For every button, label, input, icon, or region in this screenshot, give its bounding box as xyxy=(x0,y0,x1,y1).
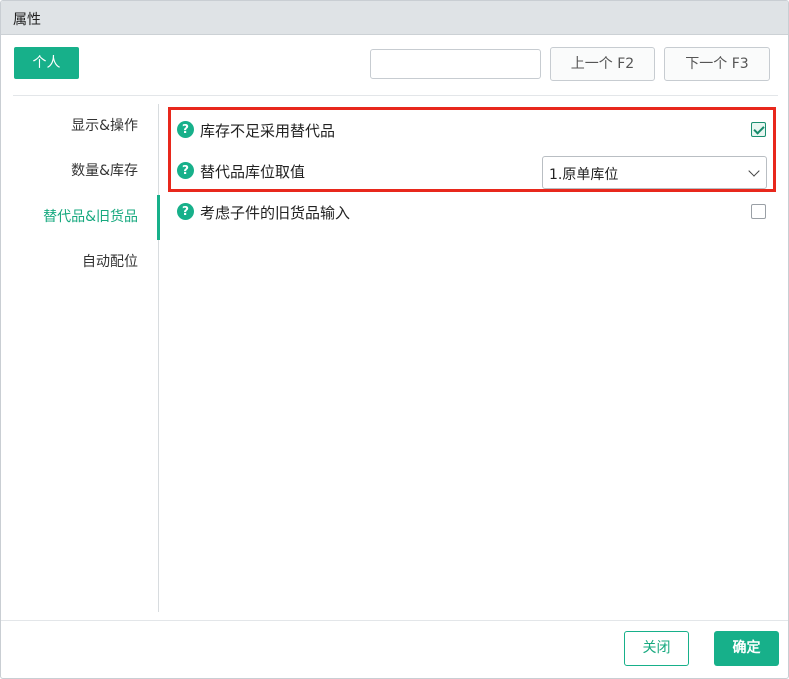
option-label: 考虑子件的旧货品输入 xyxy=(200,204,351,222)
previous-button[interactable]: 上一个 F2 xyxy=(550,47,655,81)
sidebar-item-display-operation[interactable]: 显示&操作 xyxy=(71,104,138,149)
child-old-goods-checkbox[interactable] xyxy=(751,204,766,219)
confirm-button[interactable]: 确定 xyxy=(714,631,779,666)
sidebar: 显示&操作 数量&库存 替代品&旧货品 自动配位 xyxy=(13,104,160,612)
sidebar-item-substitute-old-goods[interactable]: 替代品&旧货品 xyxy=(43,195,138,240)
toolbar: 个人 上一个 F2 下一个 F3 xyxy=(1,35,788,95)
title-bar[interactable]: 属性 xyxy=(1,1,788,35)
option-label: 替代品库位取值 xyxy=(200,163,306,181)
close-button[interactable]: 关闭 xyxy=(624,631,689,666)
dialog-title: 属性 xyxy=(13,12,41,28)
help-icon[interactable]: ? xyxy=(177,203,194,220)
substitute-location-select[interactable]: 1.原单库位 xyxy=(542,156,767,189)
option-row-substitute-location: ? 替代品库位取值 1.原单库位 xyxy=(177,156,777,189)
option-label: 库存不足采用替代品 xyxy=(200,122,336,140)
substitute-on-shortage-checkbox[interactable] xyxy=(751,122,766,137)
sidebar-item-auto-allocation[interactable]: 自动配位 xyxy=(82,240,138,285)
sidebar-item-quantity-stock[interactable]: 数量&库存 xyxy=(71,149,138,194)
next-button[interactable]: 下一个 F3 xyxy=(664,47,770,81)
toolbar-divider xyxy=(13,95,778,96)
help-icon[interactable]: ? xyxy=(177,121,194,138)
option-row-child-old-goods: ? 考虑子件的旧货品输入 xyxy=(177,198,777,228)
personal-button[interactable]: 个人 xyxy=(14,47,79,79)
properties-dialog: 属性 个人 上一个 F2 下一个 F3 显示&操作 数量&库存 替代品&旧货品 … xyxy=(0,0,789,679)
select-value: 1.原单库位 xyxy=(549,167,619,183)
chevron-down-icon xyxy=(748,165,760,177)
footer-divider xyxy=(1,620,788,621)
help-icon[interactable]: ? xyxy=(177,162,194,179)
option-row-substitute-on-shortage: ? 库存不足采用替代品 xyxy=(177,116,777,146)
settings-panel: ? 库存不足采用替代品 ? 替代品库位取值 1.原单库位 ? 考虑子件的旧货品输… xyxy=(160,104,778,612)
search-input[interactable] xyxy=(370,49,541,79)
